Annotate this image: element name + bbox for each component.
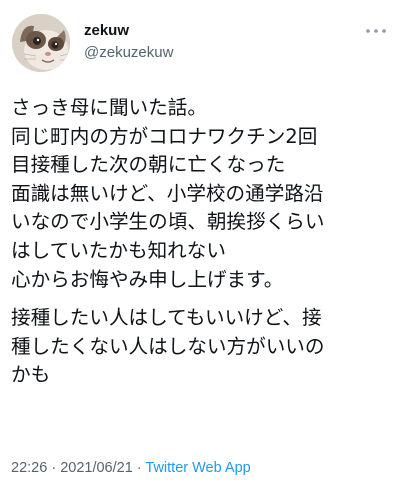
meta-separator: ·: [132, 460, 146, 476]
display-name[interactable]: zekuw: [84, 22, 173, 40]
user-info[interactable]: zekuw @zekuzekuw: [84, 22, 173, 63]
more-horizontal-icon: [366, 29, 386, 33]
meta-separator: ·: [47, 460, 61, 476]
user-handle[interactable]: @zekuzekuw: [84, 43, 173, 63]
tweet-card: zekuw @zekuzekuw さっき母に聞いた話。 同じ町内の方がコロナワク…: [0, 0, 406, 497]
tweet-text: さっき母に聞いた話。 同じ町内の方がコロナワクチン2回 目接種した次の朝に亡くな…: [11, 94, 397, 390]
tweet-paragraph: 接種したい人はしてもいいけど、接 種したくない人はしない方がいいの かも: [11, 306, 325, 387]
tweet-source-link[interactable]: Twitter Web App: [145, 460, 250, 476]
tweet-header: zekuw @zekuzekuw: [12, 14, 394, 74]
avatar[interactable]: [12, 14, 70, 72]
tweet-paragraph: さっき母に聞いた話。 同じ町内の方がコロナワクチン2回 目接種した次の朝に亡くな…: [11, 96, 325, 291]
tweet-meta: 22:26 · 2021/06/21 · Twitter Web App: [11, 460, 251, 476]
tweet-date[interactable]: 2021/06/21: [60, 460, 133, 476]
tweet-time[interactable]: 22:26: [11, 460, 47, 476]
cat-avatar-image: [12, 14, 70, 72]
more-options-button[interactable]: [364, 24, 388, 38]
